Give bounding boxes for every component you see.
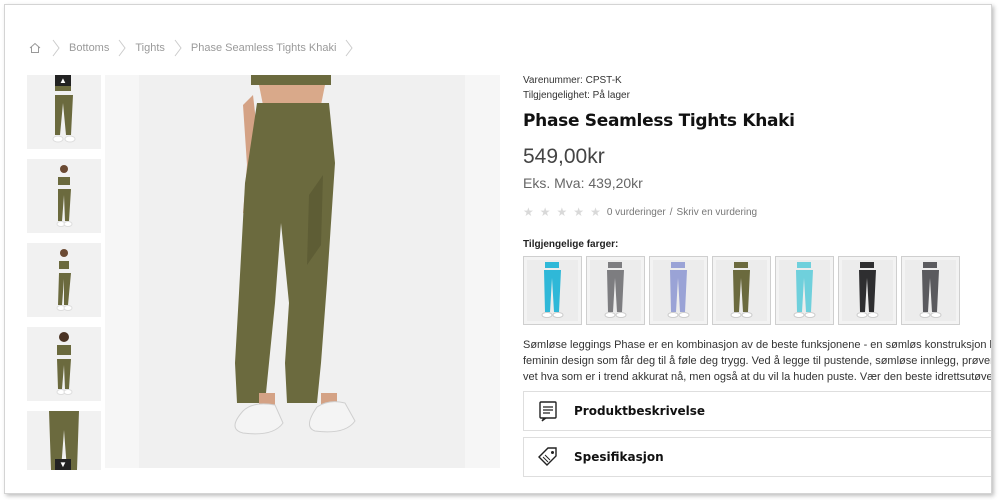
main-product-image[interactable] xyxy=(105,75,500,468)
thumbnail-2[interactable] xyxy=(27,159,101,233)
breadcrumb-item-current[interactable]: Phase Seamless Tights Khaki xyxy=(191,42,337,54)
swatch-image xyxy=(590,260,641,321)
accordion-product-description[interactable]: Produktbeskrivelse xyxy=(523,391,991,431)
swatch-image xyxy=(842,260,893,321)
document-list-icon xyxy=(536,399,560,423)
color-swatch-4[interactable] xyxy=(712,256,771,325)
color-swatch-3[interactable] xyxy=(649,256,708,325)
accordion-label: Spesifikasjon xyxy=(574,450,664,464)
swatch-image xyxy=(527,260,578,321)
sku-text: Varenummer: CPST-K xyxy=(523,75,622,86)
swatch-image xyxy=(716,260,767,321)
description-line: Sømløse leggings Phase er en kombinasjon… xyxy=(523,339,992,351)
color-swatch-7[interactable] xyxy=(901,256,960,325)
star-icon[interactable]: ★ xyxy=(557,205,568,219)
product-title: Phase Seamless Tights Khaki xyxy=(523,111,795,131)
breadcrumb-item-bottoms[interactable]: Bottoms xyxy=(69,42,109,54)
accordion-specification[interactable]: Spesifikasjon xyxy=(523,437,991,477)
price-ex-vat: Eks. Mva: 439,20kr xyxy=(523,175,643,191)
rating-separator: / xyxy=(669,206,673,218)
swatch-image xyxy=(653,260,704,321)
accordion-label: Produktbeskrivelse xyxy=(574,404,706,418)
breadcrumb-item-tights[interactable]: Tights xyxy=(135,42,165,54)
colors-label: Tilgjengelige farger: xyxy=(523,239,619,250)
product-page: Bottoms Tights Phase Seamless Tights Kha… xyxy=(4,4,992,494)
color-swatch-2[interactable] xyxy=(586,256,645,325)
thumbnail-4[interactable] xyxy=(27,327,101,401)
home-icon[interactable] xyxy=(27,40,43,56)
color-swatch-5[interactable] xyxy=(775,256,834,325)
breadcrumb: Bottoms Tights Phase Seamless Tights Kha… xyxy=(27,37,362,59)
product-description: Sømløse leggings Phase er en kombinasjon… xyxy=(523,337,992,385)
tag-icon xyxy=(536,445,560,469)
star-icon[interactable]: ★ xyxy=(573,205,584,219)
chevron-down-icon[interactable]: ▼ xyxy=(55,459,71,470)
color-swatches xyxy=(523,256,991,325)
thumbnail-gallery: ▲ ▼ xyxy=(27,75,101,470)
chevron-up-icon[interactable]: ▲ xyxy=(55,75,71,86)
rating-row: ★ ★ ★ ★ ★ 0 vurderinger / Skriv en vurde… xyxy=(523,205,991,219)
chevron-right-icon xyxy=(109,39,135,57)
availability-text: Tilgjengelighet: På lager xyxy=(523,90,630,101)
star-icon[interactable]: ★ xyxy=(540,205,551,219)
thumbnail-3[interactable] xyxy=(27,243,101,317)
product-price: 549,00kr xyxy=(523,145,605,168)
chevron-right-icon xyxy=(165,39,191,57)
color-swatch-6[interactable] xyxy=(838,256,897,325)
swatch-image xyxy=(905,260,956,321)
reviews-count-link[interactable]: 0 vurderinger xyxy=(607,207,666,218)
swatch-image xyxy=(779,260,830,321)
color-swatch-1[interactable] xyxy=(523,256,582,325)
star-icon[interactable]: ★ xyxy=(590,205,601,219)
chevron-right-icon xyxy=(43,39,69,57)
description-line: feminin design som får deg til å føle de… xyxy=(523,355,992,367)
thumbnail-1[interactable] xyxy=(27,75,101,149)
product-info: Varenummer: CPST-K Tilgjengelighet: På l… xyxy=(523,73,992,477)
chevron-right-icon xyxy=(336,39,362,57)
write-review-link[interactable]: Skriv en vurdering xyxy=(677,207,758,218)
star-icon[interactable]: ★ xyxy=(523,205,534,219)
description-line: vet hva som er i trend akkurat nå, men o… xyxy=(523,371,992,383)
